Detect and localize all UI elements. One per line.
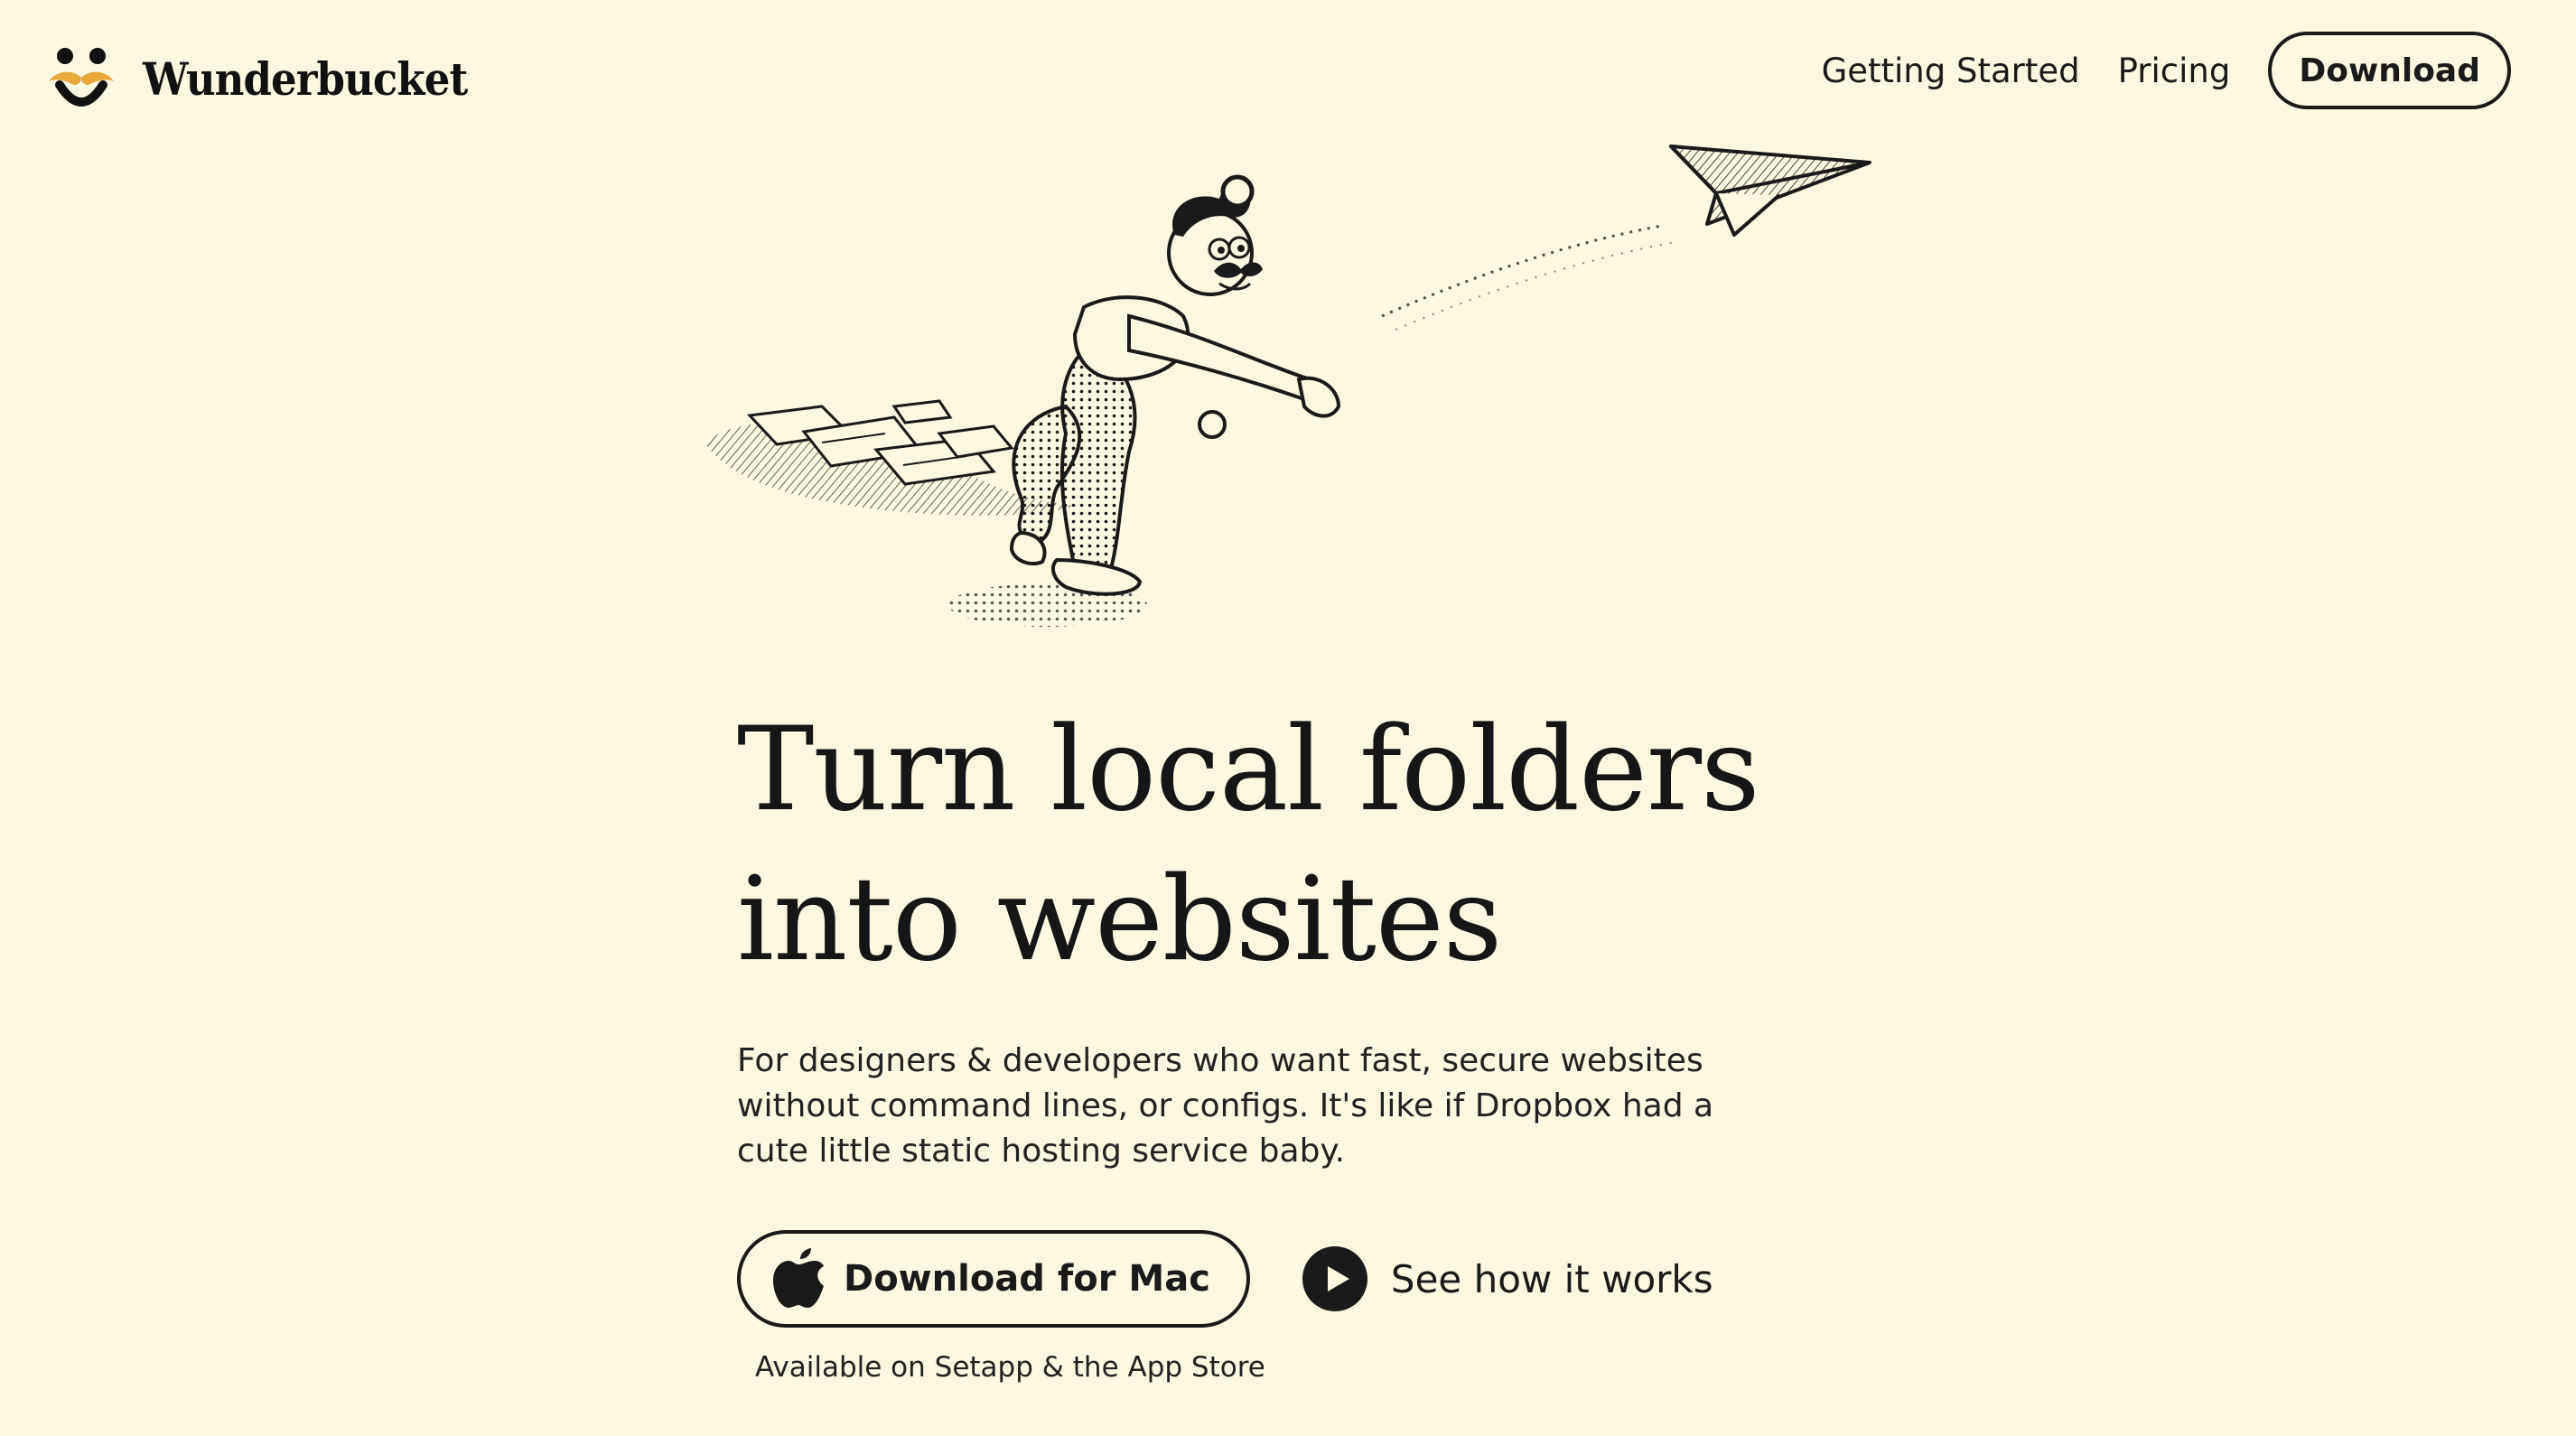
download-for-mac-label: Download for Mac (844, 1258, 1210, 1300)
see-how-it-works-label: See how it works (1390, 1256, 1713, 1301)
availability-note: Available on Setapp & the App Store (755, 1351, 1265, 1384)
hero-description: For designers & developers who want fast… (737, 1042, 1714, 1170)
play-icon (1302, 1246, 1367, 1311)
brand-logo-link[interactable]: Wunderbucket (47, 45, 503, 112)
apple-icon (773, 1248, 824, 1308)
hero-title: Turn local folders into websites (737, 695, 1911, 995)
cta-row: Download for Mac See how it works (737, 1230, 1713, 1328)
nav-getting-started[interactable]: Getting Started (1822, 51, 2080, 90)
hero-title-line-1: Turn local folders (737, 703, 1760, 837)
paper-plane-icon (1669, 145, 1871, 237)
nav-pricing[interactable]: Pricing (2118, 51, 2231, 90)
hero-illustration (705, 145, 1871, 627)
main-nav: Getting Started Pricing Download (1822, 29, 2511, 112)
running-man-figure (948, 174, 1341, 627)
brand-name: Wunderbucket (143, 51, 468, 106)
see-how-it-works-link[interactable]: See how it works (1302, 1246, 1713, 1311)
hero-title-line-2: into websites (737, 853, 1502, 987)
smiley-mustache-icon (49, 48, 114, 107)
nav-download-button[interactable]: Download (2268, 32, 2511, 109)
download-for-mac-button[interactable]: Download for Mac (737, 1230, 1250, 1328)
